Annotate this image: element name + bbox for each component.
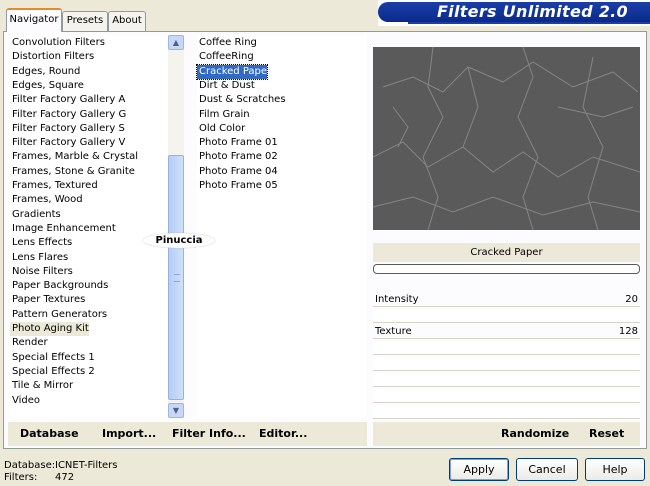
category-item[interactable]: Pattern Generators	[10, 308, 107, 322]
category-item[interactable]: Distortion Filters	[10, 50, 94, 64]
filter-item[interactable]: Cracked Paper	[196, 63, 271, 80]
filter-item[interactable]: Coffee Ring	[197, 36, 257, 50]
category-item[interactable]: Tile & Mirror	[10, 379, 73, 393]
param-slot	[373, 405, 640, 419]
preview-image	[373, 47, 640, 230]
tab-navigator[interactable]: Navigator	[6, 8, 62, 32]
category-item[interactable]: Filter Factory Gallery V	[10, 136, 125, 150]
filter-item[interactable]: Dirt & Dust	[197, 79, 255, 93]
category-item[interactable]: Special Effects 2	[10, 365, 95, 379]
category-item[interactable]: Frames, Wood	[10, 193, 83, 207]
filters-label: Filters:	[4, 472, 38, 483]
category-item[interactable]: Lens Effects	[10, 236, 72, 250]
cracked-texture-preview	[373, 47, 640, 230]
category-list[interactable]: Convolution Filters Distortion Filters Edg…	[10, 35, 168, 418]
category-item[interactable]: Noise Filters	[10, 265, 73, 279]
filter-item[interactable]: Old Color	[197, 122, 245, 136]
filter-item[interactable]: Dust & Scratches	[197, 93, 286, 107]
filter-item[interactable]: Photo Frame 02	[197, 150, 278, 164]
param-slot	[373, 389, 640, 403]
category-item[interactable]: Paper Textures	[10, 293, 85, 307]
tab-about[interactable]: About	[108, 11, 146, 31]
tab-presets[interactable]: Presets	[62, 11, 108, 31]
database-value: ICNET-Filters	[55, 460, 118, 471]
selected-filter-label: Cracked Paper	[373, 243, 640, 262]
category-scrollbar[interactable]: ▲ ▼	[168, 35, 184, 418]
param-label: Texture	[375, 326, 412, 337]
param-slot	[373, 309, 640, 323]
category-item[interactable]: Lens Flares	[10, 251, 68, 265]
category-item[interactable]: Frames, Textured	[10, 179, 98, 193]
category-item[interactable]: Edges, Square	[10, 79, 84, 93]
param-slot	[373, 373, 640, 387]
import-button[interactable]: Import...	[102, 428, 156, 440]
category-item[interactable]: Filter Factory Gallery A	[10, 93, 125, 107]
scroll-up-button[interactable]: ▲	[168, 35, 184, 50]
category-item[interactable]: Photo Aging Kit	[10, 322, 89, 336]
category-item[interactable]: Render	[10, 336, 48, 350]
filter-list[interactable]: Coffee Ring CoffeeRing Cracked Paper Dirt &…	[196, 35, 367, 418]
filters-count: 472	[55, 472, 75, 483]
filter-item[interactable]: Film Grain	[197, 108, 250, 122]
cancel-button[interactable]: Cancel	[516, 458, 578, 481]
editor-button[interactable]: Editor...	[259, 428, 307, 440]
category-item[interactable]: Frames, Stone & Granite	[10, 165, 135, 179]
param-intensity[interactable]: Intensity 20	[373, 293, 640, 307]
param-value: 128	[618, 326, 638, 337]
category-item[interactable]: Paper Backgrounds	[10, 279, 108, 293]
scroll-grip-icon	[174, 274, 180, 282]
category-item[interactable]: Special Effects 1	[10, 351, 95, 365]
param-label: Intensity	[375, 294, 419, 305]
database-label: Database:	[4, 460, 56, 471]
param-slot	[373, 341, 640, 355]
category-item[interactable]: Frames, Marble & Crystal	[10, 150, 138, 164]
category-item[interactable]: Gradients	[10, 208, 61, 222]
watermark-logo: Pinuccia	[143, 233, 215, 248]
category-item[interactable]: Image Enhancement	[10, 222, 116, 236]
database-button[interactable]: Database	[20, 428, 79, 440]
category-item[interactable]: Filter Factory Gallery S	[10, 122, 125, 136]
app-title: Filters Unlimited 2.0	[436, 2, 628, 21]
category-item[interactable]: Video	[10, 394, 40, 408]
progress-bar	[373, 264, 640, 274]
apply-button[interactable]: Apply	[449, 458, 509, 481]
filter-item[interactable]: Photo Frame 04	[197, 165, 278, 179]
category-item[interactable]: Convolution Filters	[10, 36, 105, 50]
randomize-button[interactable]: Randomize	[501, 428, 569, 440]
filter-info-button[interactable]: Filter Info...	[172, 428, 246, 440]
param-texture[interactable]: Texture 128	[373, 325, 640, 339]
category-item[interactable]: Edges, Round	[10, 65, 80, 79]
filter-item[interactable]: CoffeeRing	[197, 50, 254, 64]
filter-item[interactable]: Photo Frame 05	[197, 179, 278, 193]
title-banner: Filters Unlimited 2.0	[378, 0, 650, 26]
scroll-thumb[interactable]	[168, 155, 184, 400]
help-button[interactable]: Help	[585, 458, 645, 481]
param-slot	[373, 357, 640, 371]
scroll-down-button[interactable]: ▼	[168, 403, 184, 418]
title-banner-underline	[408, 22, 650, 24]
category-item[interactable]: Filter Factory Gallery G	[10, 108, 126, 122]
filter-item[interactable]: Photo Frame 01	[197, 136, 278, 150]
param-value: 20	[625, 294, 638, 305]
reset-button[interactable]: Reset	[589, 428, 624, 440]
